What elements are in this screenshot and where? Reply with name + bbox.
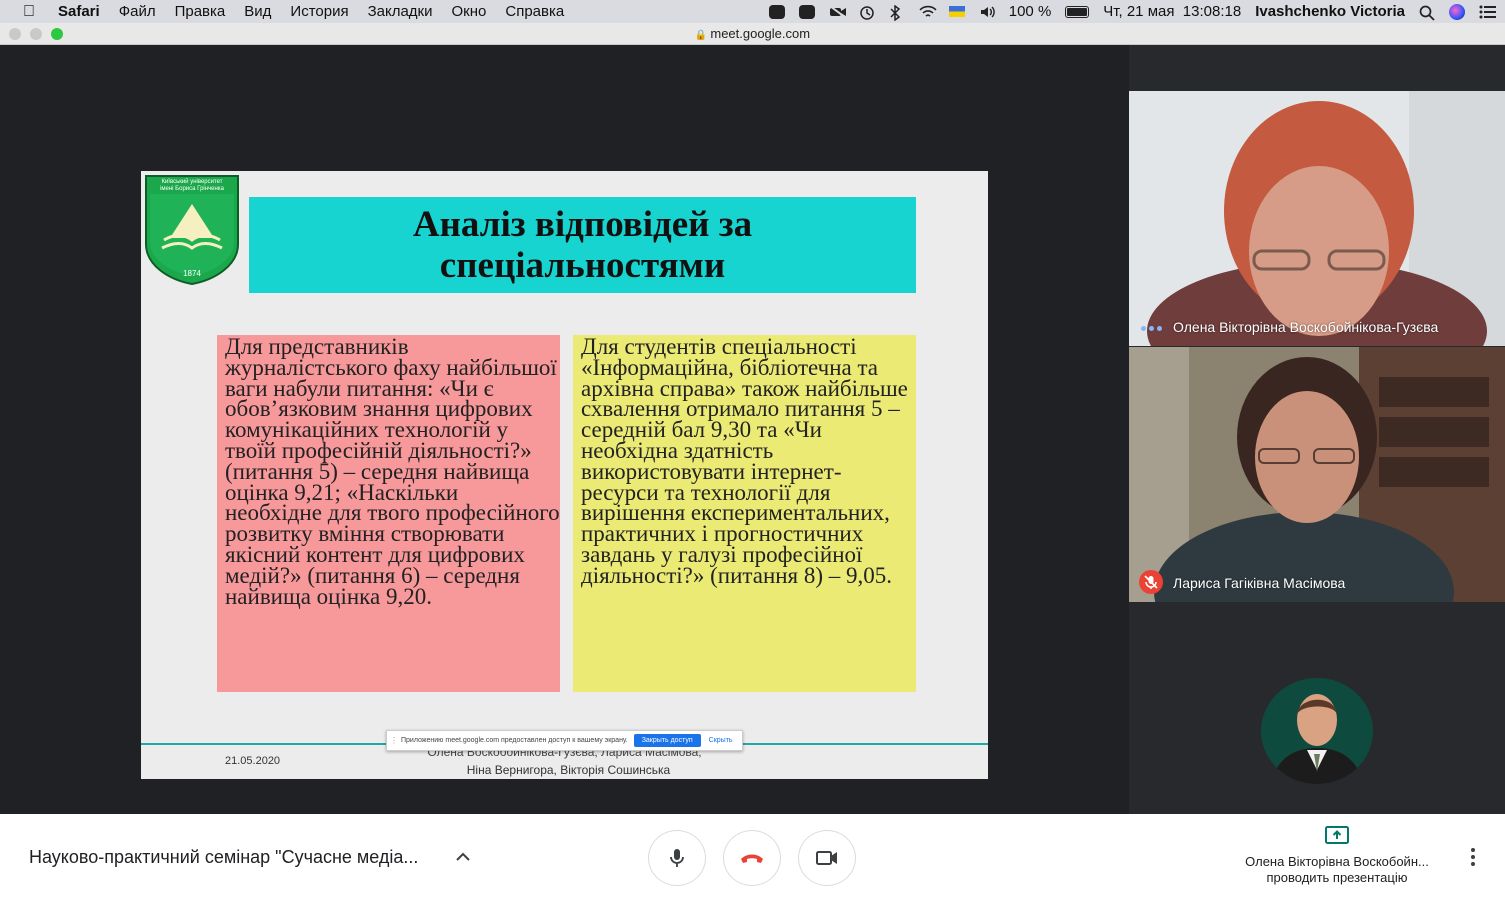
stop-sharing-button[interactable]: Закрыть доступ [633,734,701,747]
url-text: meet.google.com [710,26,811,41]
browser-toolbar: 🔒 meet.google.com [0,23,1505,45]
presentation-slide: Київський університет імені Бориса Грінч… [141,171,988,779]
status-check-icon[interactable] [768,4,785,19]
share-banner-message: Приложению meet.google.com предоставлен … [401,737,628,744]
avatar-photo [1261,678,1373,784]
participant-video [1129,347,1505,602]
participant-tile[interactable]: Лариса Гагіківна Масімова [1129,347,1505,602]
logo-text-line-2: імені Бориса Грінченка [160,186,225,192]
menu-history[interactable]: История [290,3,348,20]
menubar-clock[interactable]: Чт, 21 мая 13:08:18 [1103,3,1241,20]
slide-right-column: Для студентів спеціальності «Інформаційн… [573,335,916,692]
notification-center-icon[interactable] [1479,5,1496,19]
presenter-info[interactable]: Олена Вікторівна Воскобойн... проводить … [1221,826,1453,886]
lock-icon: 🔒 [694,30,708,41]
logo-text-line-1: Київський університет [161,178,222,185]
drag-handle-icon[interactable]: ⋮ [387,736,401,745]
battery-percent: 100 % [1008,3,1052,20]
logo-year: 1874 [183,269,201,278]
more-options-button[interactable] [1462,845,1484,869]
spotlight-search-icon[interactable] [1419,5,1435,21]
wifi-icon[interactable] [919,5,937,19]
camera-off-icon[interactable] [829,4,847,19]
presenter-status: проводить презентацію [1266,870,1408,885]
mic-off-icon [1139,570,1163,594]
menu-view[interactable]: Вид [244,3,271,20]
camera-icon [816,851,837,865]
slide-left-column: Для представників журналістського фаху н… [217,335,560,692]
more-vert-icon [1471,848,1475,852]
present-screen-icon [1325,826,1349,844]
slide-authors-line-2: Ніна Вернигора, Вікторія Сошинська [466,763,671,777]
slide-title: Аналіз відповідей за спеціальностями [412,204,753,286]
slide-title-box: Аналіз відповідей за спеціальностями [249,197,916,293]
address-bar[interactable]: 🔒 meet.google.com [0,26,1505,41]
speaking-dots-icon [1141,326,1162,331]
hang-up-icon [741,854,763,863]
battery-icon[interactable] [1065,5,1090,18]
chevron-up-icon[interactable] [453,847,473,867]
meeting-title[interactable]: Науково-практичний семінар "Сучасне меді… [29,847,418,868]
macos-menubar:  Safari Файл Правка Вид История Закладк… [0,0,1505,23]
apple-menu-icon[interactable]:  [0,3,58,21]
meet-control-bar: Науково-практичний семінар "Сучасне меді… [0,814,1505,902]
participant-video [1129,91,1505,346]
microphone-icon [670,849,684,867]
menu-file[interactable]: Файл [119,3,156,20]
participant-name: Лариса Гагіківна Масімова [1173,575,1346,591]
menu-edit[interactable]: Правка [175,3,226,20]
hang-up-button[interactable] [723,830,781,886]
university-logo: Київський університет імені Бориса Грінч… [145,175,239,286]
participant-tile[interactable]: Олена Вікторівна Воскобойнікова-Гузєва [1129,91,1505,346]
microphone-button[interactable] [648,830,706,886]
keyboard-layout-flag-icon[interactable] [948,6,965,17]
zoom-app-icon[interactable] [798,4,815,19]
participant-name: Олена Вікторівна Воскобойнікова-Гузєва [1173,319,1439,335]
camera-button[interactable] [798,830,856,886]
hide-banner-button[interactable]: Скрыть [709,737,733,744]
menu-app-name[interactable]: Safari [58,3,100,20]
volume-icon[interactable] [979,5,995,19]
screen-share-banner: ⋮ Приложению meet.google.com предоставле… [386,730,743,751]
siri-icon[interactable] [1449,3,1465,20]
time-machine-icon[interactable] [859,5,875,20]
participant-avatar[interactable] [1261,678,1373,784]
menu-window[interactable]: Окно [452,3,487,20]
menu-bookmarks[interactable]: Закладки [368,3,433,20]
menubar-user[interactable]: Ivashchenko Victoria [1255,3,1405,20]
bluetooth-icon[interactable] [889,4,905,21]
presenter-name: Олена Вікторівна Воскобойн... [1245,854,1429,869]
menu-help[interactable]: Справка [505,3,564,20]
